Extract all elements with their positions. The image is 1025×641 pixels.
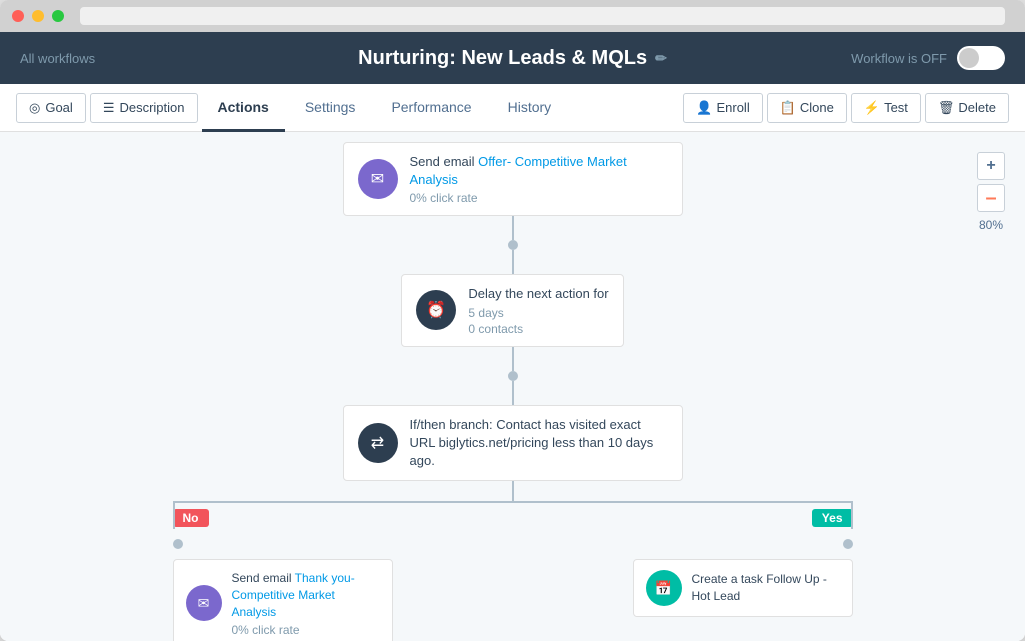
vertical-line-2b — [512, 381, 514, 405]
clone-icon: 📋 — [780, 100, 796, 116]
flow-container: ✉ Send email Offer- Competitive Market A… — [0, 142, 1025, 641]
bottom-nodes-row: ✉ Send email Thank you- Competitive Mark… — [173, 559, 853, 641]
node-row-3: ⇄ If/then branch: Contact has visited ex… — [0, 405, 1025, 482]
close-dot[interactable] — [12, 10, 24, 22]
nav-bar: ◎ Goal ☰ Description Actions Settings Pe… — [0, 84, 1025, 132]
branch-yes-label: Yes — [812, 509, 853, 527]
actions-tab[interactable]: Actions — [202, 84, 285, 132]
test-label: Test — [884, 100, 908, 115]
task-icon: 📅 — [646, 570, 682, 606]
delete-button[interactable]: 🗑 Delete — [925, 93, 1009, 123]
edit-title-icon[interactable]: ✏ — [655, 50, 667, 67]
enroll-icon: 👤 — [696, 100, 712, 116]
send-email-node-2[interactable]: ✉ Send email Thank you- Competitive Mark… — [173, 559, 393, 641]
email-icon-1: ✉ — [358, 159, 398, 199]
clone-button[interactable]: 📋 Clone — [767, 93, 847, 123]
description-tab[interactable]: ☰ Description — [90, 93, 198, 123]
test-icon: ⚡ — [864, 100, 880, 116]
workflow-status-label: Workflow is OFF — [851, 51, 947, 66]
enroll-label: Enroll — [716, 100, 749, 115]
description-label: Description — [119, 100, 184, 115]
minimize-dot[interactable] — [32, 10, 44, 22]
app-window: All workflows Nurturing: New Leads & MQL… — [0, 0, 1025, 641]
node-title-5: Create a task Follow Up - Hot Lead — [692, 571, 840, 605]
branch-labels-row: No Yes — [173, 509, 853, 527]
branch-section: No Yes ✉ Send email Thank you- Com — [0, 481, 1025, 641]
branch-right-drop — [851, 501, 853, 529]
clone-label: Clone — [800, 100, 834, 115]
branch-left-drop — [173, 501, 175, 529]
send-email-node-1[interactable]: ✉ Send email Offer- Competitive Market A… — [343, 142, 683, 216]
node-subtitle-4: 0% click rate — [232, 623, 380, 637]
all-workflows-link[interactable]: All workflows — [20, 51, 95, 66]
node-row-1: ✉ Send email Offer- Competitive Market A… — [0, 142, 1025, 216]
settings-label: Settings — [305, 99, 356, 115]
branch-title: If/then branch: Contact has visited exac… — [410, 417, 654, 468]
branch-icon: ⇄ — [358, 423, 398, 463]
toggle-knob — [959, 48, 979, 68]
create-task-node[interactable]: 📅 Create a task Follow Up - Hot Lead — [633, 559, 853, 617]
branch-center-line — [512, 481, 514, 501]
node-row-2: ⏰ Delay the next action for 5 days 0 con… — [0, 274, 1025, 346]
branch-dots-row — [173, 539, 853, 549]
node-title-1: Send email Offer- Competitive Market Ana… — [410, 153, 668, 189]
connector-2 — [508, 347, 518, 405]
delay-icon: ⏰ — [416, 290, 456, 330]
delay-contacts: 0 contacts — [468, 322, 608, 336]
vertical-line-2 — [512, 347, 514, 371]
node-info-4: Send email Thank you- Competitive Market… — [232, 570, 380, 636]
branch-horizontal-area — [173, 501, 853, 503]
app-header: All workflows Nurturing: New Leads & MQL… — [0, 32, 1025, 84]
workflow-title: Nurturing: New Leads & MQLs — [358, 47, 647, 70]
node-subtitle-1: 0% click rate — [410, 191, 668, 205]
performance-tab[interactable]: Performance — [375, 84, 487, 132]
node-info-1: Send email Offer- Competitive Market Ana… — [410, 153, 668, 205]
email-link-2: Thank you- Competitive Market Analysis — [232, 571, 355, 619]
node-info-5: Create a task Follow Up - Hot Lead — [692, 571, 840, 605]
branch-horizontal-line — [173, 501, 853, 503]
delete-label: Delete — [958, 100, 996, 115]
node-title-4: Send email Thank you- Competitive Market… — [232, 570, 380, 620]
goal-icon: ◎ — [29, 100, 40, 116]
test-button[interactable]: ⚡ Test — [851, 93, 921, 123]
branch-no-label: No — [173, 509, 209, 527]
vertical-line-1 — [512, 216, 514, 240]
branch-node[interactable]: ⇄ If/then branch: Contact has visited ex… — [343, 405, 683, 482]
settings-tab[interactable]: Settings — [289, 84, 372, 132]
delay-days: 5 days — [468, 306, 608, 320]
enroll-button[interactable]: 👤 Enroll — [683, 93, 762, 123]
node-info-2: Delay the next action for 5 days 0 conta… — [468, 285, 608, 335]
connector-1 — [508, 216, 518, 274]
delay-node[interactable]: ⏰ Delay the next action for 5 days 0 con… — [401, 274, 623, 346]
url-bar — [80, 7, 1005, 25]
history-label: History — [508, 99, 552, 115]
email-icon-2: ✉ — [186, 585, 222, 621]
maximize-dot[interactable] — [52, 10, 64, 22]
title-bar — [0, 0, 1025, 32]
performance-label: Performance — [391, 99, 471, 115]
workflow-canvas: + – 80% ✉ Send email Offer- Competitive … — [0, 132, 1025, 641]
connector-dot-2 — [508, 371, 518, 381]
delete-icon: 🗑 — [938, 100, 955, 116]
branch-left-dot — [173, 539, 183, 549]
delay-title: Delay the next action for — [468, 286, 608, 301]
vertical-line-1b — [512, 250, 514, 274]
description-icon: ☰ — [103, 100, 115, 116]
node-title-3: If/then branch: Contact has visited exac… — [410, 416, 668, 471]
goal-tab[interactable]: ◎ Goal — [16, 93, 86, 123]
workflow-toggle-switch[interactable] — [957, 46, 1005, 70]
goal-label: Goal — [45, 100, 72, 115]
node-title-2: Delay the next action for — [468, 285, 608, 303]
history-tab[interactable]: History — [492, 84, 568, 132]
email-link-1: Offer- Competitive Market Analysis — [410, 154, 627, 187]
actions-label: Actions — [218, 99, 269, 115]
header-title: Nurturing: New Leads & MQLs ✏ — [358, 47, 667, 70]
connector-dot-1 — [508, 240, 518, 250]
branch-right-dot — [843, 539, 853, 549]
workflow-toggle-area: Workflow is OFF — [851, 46, 1005, 70]
node-info-3: If/then branch: Contact has visited exac… — [410, 416, 668, 471]
